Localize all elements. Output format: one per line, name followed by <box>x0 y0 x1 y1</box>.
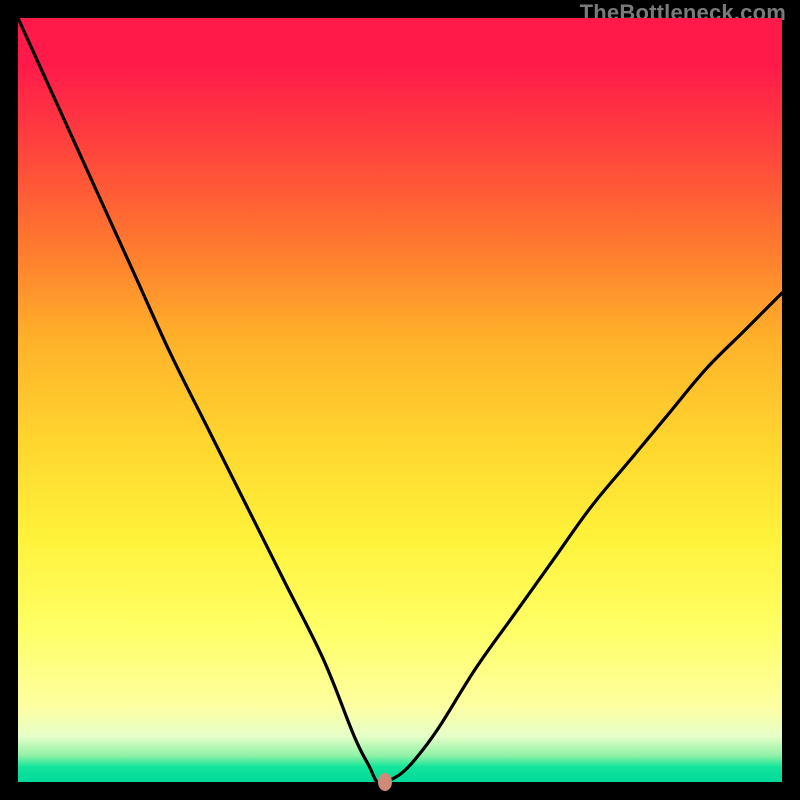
curve-svg <box>18 18 782 782</box>
chart-container: TheBottleneck.com <box>0 0 800 800</box>
bottleneck-curve <box>18 18 782 784</box>
optimum-marker-icon <box>378 773 392 791</box>
chart-frame <box>18 18 782 782</box>
